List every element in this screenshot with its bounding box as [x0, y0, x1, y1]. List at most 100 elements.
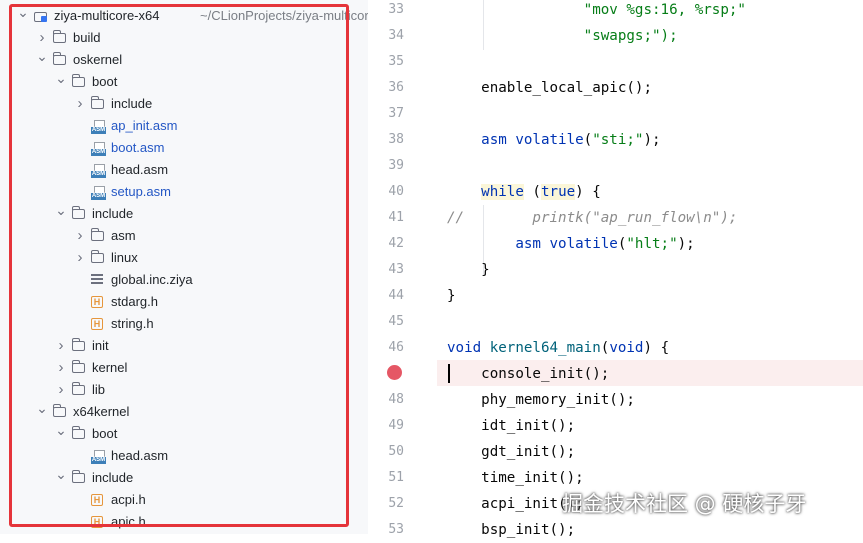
text-caret — [448, 364, 450, 383]
breakpoint-icon[interactable] — [387, 365, 402, 380]
header-file-icon: H — [91, 494, 103, 506]
chevron-down-icon[interactable]: ⌄ — [55, 467, 67, 489]
line-number: 41 — [388, 210, 404, 225]
chevron-right-icon[interactable]: › — [74, 225, 86, 247]
tree-row[interactable]: ⌄ boot — [0, 423, 368, 445]
chevron-down-icon[interactable]: ⌄ — [55, 203, 67, 225]
tree-row[interactable]: Hstring.h — [0, 313, 368, 335]
tree-item-label: oskernel — [73, 52, 123, 67]
tree-row[interactable]: Hacpi.h — [0, 489, 368, 511]
tree-item-label: init — [92, 338, 109, 353]
chevron-down-icon[interactable]: ⌄ — [36, 49, 48, 71]
chevron-down-icon[interactable]: ⌄ — [17, 5, 29, 27]
tree-row[interactable]: ⌄ include — [0, 467, 368, 489]
tree-row[interactable]: ⌄ boot — [0, 71, 368, 93]
tree-row[interactable]: › lib — [0, 379, 368, 401]
code-line[interactable]: asm volatile("sti;"); — [447, 127, 660, 153]
line-number: 53 — [388, 522, 404, 537]
chevron-right-icon[interactable]: › — [36, 27, 48, 49]
line-number: 51 — [388, 470, 404, 485]
tree-item-label: ap_init.asm — [111, 118, 178, 133]
code-line[interactable]: gdt_init(); — [447, 439, 575, 465]
line-number: 33 — [388, 2, 404, 17]
tree-row[interactable]: global.inc.ziya — [0, 269, 368, 291]
line-number: 38 — [388, 132, 404, 147]
folder-icon — [72, 360, 85, 373]
tree-row[interactable]: ASM ap_init.asm — [0, 115, 368, 137]
chevron-down-icon[interactable]: ⌄ — [55, 71, 67, 93]
code-line[interactable]: } — [447, 257, 490, 283]
code-token: kernel64_main — [481, 340, 601, 356]
folder-icon — [72, 74, 85, 87]
line-number: 44 — [388, 288, 404, 303]
asm-file-icon: ASM — [91, 164, 106, 178]
tree-item-label: acpi.h — [111, 492, 146, 507]
tree-row[interactable]: ⌄ oskernel — [0, 49, 368, 71]
line-number: 48 — [388, 392, 404, 407]
tree-row[interactable]: ASM boot.asm — [0, 137, 368, 159]
tree-item-label: setup.asm — [111, 184, 171, 199]
tree-item-label: x64kernel — [73, 404, 130, 419]
line-number: 36 — [388, 80, 404, 95]
chevron-right-icon[interactable]: › — [55, 379, 67, 401]
line-number: 50 — [388, 444, 404, 459]
code-line[interactable]: enable_local_apic(); — [447, 75, 652, 101]
line-number: 35 — [388, 54, 404, 69]
code-token: asm volatile — [481, 132, 584, 148]
tree-item-label: linux — [111, 250, 138, 265]
chevron-right-icon[interactable]: › — [74, 247, 86, 269]
tree-item-label: boot.asm — [111, 140, 165, 155]
tree-row[interactable]: › linux — [0, 247, 368, 269]
code-token: } — [447, 288, 456, 304]
code-token: gdt_init(); — [447, 444, 576, 460]
tree-item-label: include — [92, 470, 134, 485]
tree-root-row[interactable]: ⌄ ziya-multicore-x64 ~/CLionProjects/ziya-… — [0, 5, 368, 27]
code-line[interactable]: bsp_init(); — [447, 517, 575, 543]
code-line[interactable]: phy_memory_init(); — [447, 387, 635, 413]
tree-item-label: global.inc.ziya — [111, 272, 193, 287]
tree-row[interactable]: ⌄ include — [0, 203, 368, 225]
tree-row[interactable]: › kernel — [0, 357, 368, 379]
code-line[interactable]: console_init(); — [447, 361, 609, 387]
code-line[interactable]: "mov %gs:16, %rsp;" — [447, 0, 746, 23]
tree-item-label: asm — [111, 228, 136, 243]
tree-row[interactable]: › include — [0, 93, 368, 115]
folder-icon — [91, 96, 104, 109]
code-token: ); — [677, 236, 695, 252]
code-line[interactable]: idt_init(); — [447, 413, 575, 439]
code-line[interactable]: } — [447, 283, 456, 309]
project-tree-panel: ⌄ ziya-multicore-x64 ~/CLionProjects/ziya-… — [0, 0, 368, 534]
tree-row[interactable]: › init — [0, 335, 368, 357]
line-number: 43 — [388, 262, 404, 277]
tree-row[interactable]: ASM head.asm — [0, 445, 368, 467]
code-token: "hlt;" — [626, 236, 678, 252]
chevron-down-icon[interactable]: ⌄ — [36, 401, 48, 423]
tree-row[interactable]: ASM setup.asm — [0, 181, 368, 203]
line-number: 45 — [388, 314, 404, 329]
tree-item-label: boot — [92, 426, 118, 441]
tree-item-label: head.asm — [111, 162, 169, 177]
chevron-right-icon[interactable]: › — [74, 93, 86, 115]
header-file-icon: H — [91, 318, 103, 330]
code-token: } — [447, 262, 490, 278]
code-token: asm volatile — [515, 236, 618, 252]
tree-row[interactable]: ASM head.asm — [0, 159, 368, 181]
asm-file-icon: ASM — [91, 142, 106, 156]
chevron-down-icon[interactable]: ⌄ — [55, 423, 67, 445]
code-line[interactable]: "swapgs;"); — [447, 23, 678, 49]
chevron-right-icon[interactable]: › — [55, 357, 67, 379]
tree-row[interactable]: Hstdarg.h — [0, 291, 368, 313]
code-line[interactable]: asm volatile("hlt;"); — [447, 231, 695, 257]
chevron-right-icon[interactable]: › — [55, 335, 67, 357]
tree-row[interactable]: › build — [0, 27, 368, 49]
folder-icon — [72, 382, 85, 395]
code-line[interactable]: while (true) { — [447, 179, 601, 205]
tree-row[interactable]: ⌄ x64kernel — [0, 401, 368, 423]
code-line[interactable]: // printk("ap_run_flow\n"); — [447, 205, 737, 231]
tree-row[interactable]: › asm — [0, 225, 368, 247]
code-token: enable_local_apic(); — [447, 80, 652, 96]
tree-row[interactable]: Hapic.h — [0, 511, 368, 533]
code-token: console_init(); — [447, 366, 610, 382]
code-line[interactable]: void kernel64_main(void) { — [447, 335, 669, 361]
